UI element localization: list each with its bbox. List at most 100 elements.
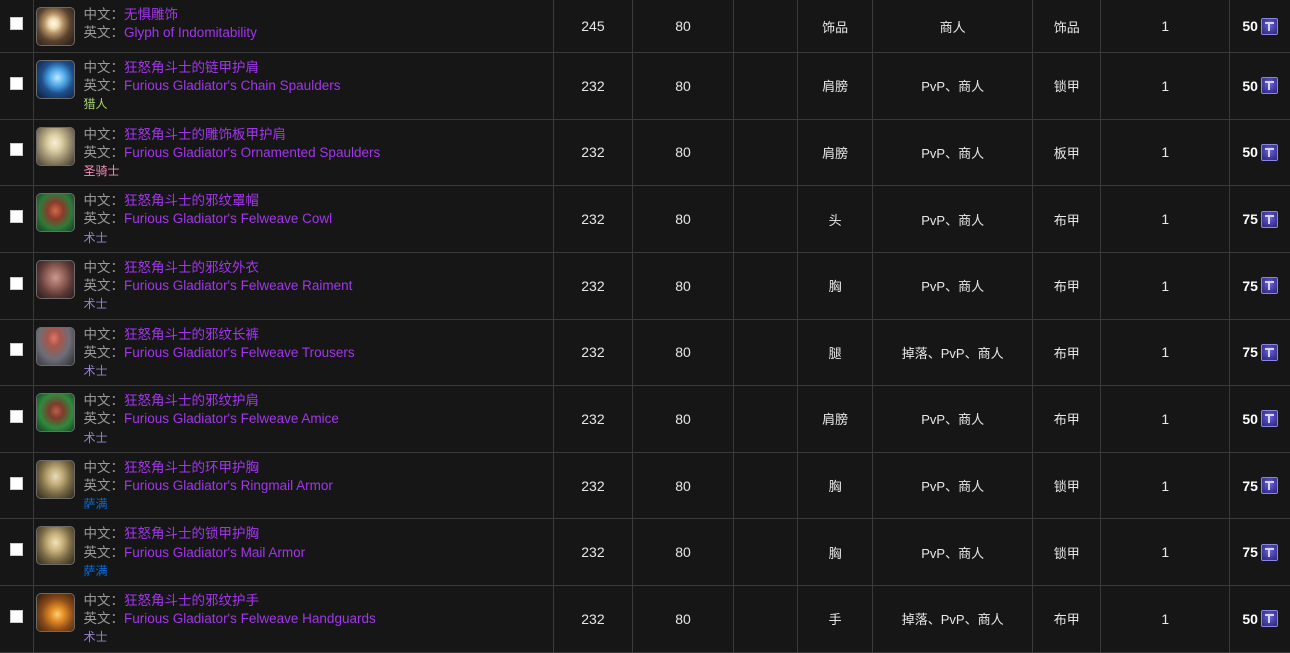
item-name-en[interactable]: Furious Gladiator's Ringmail Armor	[124, 478, 333, 493]
emblem-of-triumph-icon[interactable]	[1260, 143, 1278, 161]
item-level-cell: 232	[553, 185, 633, 253]
row-select-cell[interactable]	[0, 252, 34, 320]
row-checkbox[interactable]	[9, 609, 23, 623]
item-name-zh[interactable]: 狂怒角斗士的邪纹长裤	[124, 327, 259, 342]
zh-label: 中文：	[83, 459, 125, 475]
row-select-cell[interactable]	[0, 119, 34, 187]
furious-gladiators-felweave-handguards-icon[interactable]	[35, 593, 75, 632]
row-checkbox[interactable]	[9, 476, 23, 490]
table-row[interactable]: 中文：狂怒角斗士的邪纹长裤 英文：Furious Gladiator's Felw…	[0, 319, 1290, 387]
cost-amount: 50	[1242, 410, 1258, 427]
item-name-en[interactable]: Glyph of Indomitability	[124, 25, 257, 40]
row-select-cell[interactable]	[0, 0, 34, 53]
row-select-cell[interactable]	[0, 518, 34, 586]
row-checkbox[interactable]	[9, 276, 23, 290]
empty-cell	[733, 385, 799, 453]
item-name-en[interactable]: Furious Gladiator's Felweave Handguards	[124, 611, 376, 626]
item-cost-cell: 50	[1229, 0, 1290, 53]
table-row[interactable]: 中文：无惧雕饰 英文：Glyph of Indomitability 245 80 饰品…	[0, 0, 1290, 53]
table-row[interactable]: 中文：狂怒角斗士的邪纹外衣 英文：Furious Gladiator's Felw…	[0, 252, 1290, 320]
item-level-cell: 232	[553, 119, 633, 187]
emblem-of-triumph-icon[interactable]	[1260, 610, 1278, 628]
item-name-en[interactable]: Furious Gladiator's Felweave Amice	[124, 411, 339, 426]
item-class-restriction: 萨满	[83, 563, 108, 578]
item-name-en[interactable]: Furious Gladiator's Ornamented Spaulders	[124, 145, 380, 160]
item-cost-cell: 50	[1229, 385, 1290, 453]
furious-gladiators-felweave-cowl-icon[interactable]	[35, 193, 75, 233]
emblem-of-triumph-icon[interactable]	[1260, 543, 1278, 561]
item-cell: 中文：狂怒角斗士的邪纹罩帽 英文：Furious Gladiator's Felw…	[33, 185, 554, 253]
item-name-zh[interactable]: 狂怒角斗士的邪纹罩帽	[124, 193, 259, 208]
glyph-of-indomitability-icon[interactable]	[35, 7, 75, 46]
row-checkbox[interactable]	[9, 143, 23, 157]
required-level-cell: 80	[632, 319, 735, 387]
item-cell: 中文：狂怒角斗士的邪纹长裤 英文：Furious Gladiator's Felw…	[33, 319, 554, 387]
item-source-cell: PvP、商人	[872, 119, 1034, 187]
item-count-cell: 1	[1100, 518, 1231, 586]
emblem-of-triumph-icon[interactable]	[1260, 17, 1278, 35]
table-row[interactable]: 中文：狂怒角斗士的链甲护肩 英文：Furious Gladiator's Chai…	[0, 52, 1290, 120]
emblem-of-triumph-icon[interactable]	[1260, 77, 1278, 95]
cost-amount: 75	[1242, 544, 1258, 561]
item-class-restriction: 术士	[83, 230, 108, 245]
item-name-zh[interactable]: 狂怒角斗士的邪纹外衣	[124, 260, 259, 275]
furious-gladiators-mail-armor-icon[interactable]	[35, 526, 75, 566]
item-level-cell: 245	[553, 0, 633, 53]
armor-type-cell: 布甲	[1032, 585, 1102, 653]
item-name-zh[interactable]: 狂怒角斗士的邪纹护手	[124, 593, 259, 608]
row-select-cell[interactable]	[0, 585, 34, 653]
row-select-cell[interactable]	[0, 319, 34, 387]
row-checkbox[interactable]	[9, 343, 23, 357]
row-select-cell[interactable]	[0, 452, 34, 520]
item-name-en[interactable]: Furious Gladiator's Felweave Raiment	[124, 278, 352, 293]
item-name-zh[interactable]: 无惧雕饰	[124, 7, 178, 22]
emblem-of-triumph-icon[interactable]	[1260, 210, 1278, 228]
emblem-of-triumph-icon[interactable]	[1260, 277, 1278, 295]
row-checkbox[interactable]	[9, 409, 23, 423]
item-name-en[interactable]: Furious Gladiator's Felweave Cowl	[124, 211, 332, 226]
table-row[interactable]: 中文：狂怒角斗士的锁甲护胸 英文：Furious Gladiator's Mail…	[0, 518, 1290, 586]
furious-gladiators-ringmail-armor-icon[interactable]	[35, 459, 75, 499]
item-name-zh[interactable]: 狂怒角斗士的链甲护肩	[124, 60, 259, 75]
item-name-en[interactable]: Furious Gladiator's Mail Armor	[124, 545, 305, 560]
row-select-cell[interactable]	[0, 385, 34, 453]
table-row[interactable]: 中文：狂怒角斗士的雕饰板甲护肩 英文：Furious Gladiator's Or…	[0, 119, 1290, 187]
row-checkbox[interactable]	[9, 543, 23, 557]
emblem-of-triumph-icon[interactable]	[1260, 343, 1278, 361]
item-class-restriction: 猎人	[83, 97, 108, 112]
item-name-en[interactable]: Furious Gladiator's Chain Spaulders	[124, 78, 340, 93]
table-row[interactable]: 中文：狂怒角斗士的邪纹罩帽 英文：Furious Gladiator's Felw…	[0, 185, 1290, 253]
item-cell: 中文：狂怒角斗士的环甲护胸 英文：Furious Gladiator's Ring…	[33, 452, 554, 520]
item-name-zh[interactable]: 狂怒角斗士的锁甲护胸	[124, 526, 259, 541]
empty-cell	[733, 518, 799, 586]
item-slot-cell: 头	[797, 185, 874, 253]
zh-label: 中文：	[83, 259, 125, 275]
item-level-cell: 232	[553, 52, 633, 120]
item-source-cell: PvP、商人	[872, 185, 1034, 253]
furious-gladiators-felweave-amice-icon[interactable]	[35, 393, 75, 433]
row-checkbox[interactable]	[9, 210, 23, 224]
item-name-zh[interactable]: 狂怒角斗士的环甲护胸	[124, 460, 259, 475]
emblem-of-triumph-icon[interactable]	[1260, 477, 1278, 495]
table-row[interactable]: 中文：狂怒角斗士的邪纹护肩 英文：Furious Gladiator's Felw…	[0, 385, 1290, 453]
item-source-cell: PvP、商人	[872, 518, 1034, 586]
required-level-cell: 80	[632, 0, 735, 53]
item-name-zh[interactable]: 狂怒角斗士的雕饰板甲护肩	[124, 127, 286, 142]
item-name-en[interactable]: Furious Gladiator's Felweave Trousers	[124, 345, 355, 360]
item-name-zh[interactable]: 狂怒角斗士的邪纹护肩	[124, 393, 259, 408]
row-select-cell[interactable]	[0, 185, 34, 253]
furious-gladiators-chain-spaulders-icon[interactable]	[35, 60, 75, 99]
row-checkbox[interactable]	[9, 17, 23, 30]
furious-gladiators-felweave-raiment-icon[interactable]	[35, 259, 75, 299]
item-source-cell: PvP、商人	[872, 452, 1034, 520]
table-row[interactable]: 中文：狂怒角斗士的环甲护胸 英文：Furious Gladiator's Ring…	[0, 452, 1290, 520]
item-cost-cell: 50	[1229, 52, 1290, 120]
furious-gladiators-ornamented-spaulders-icon[interactable]	[35, 126, 75, 166]
item-level-cell: 232	[553, 518, 633, 586]
emblem-of-triumph-icon[interactable]	[1260, 410, 1278, 428]
row-checkbox[interactable]	[9, 76, 23, 90]
item-level-cell: 232	[553, 252, 633, 320]
row-select-cell[interactable]	[0, 52, 34, 120]
furious-gladiators-felweave-trousers-icon[interactable]	[35, 326, 75, 366]
table-row[interactable]: 中文：狂怒角斗士的邪纹护手 英文：Furious Gladiator's Felw…	[0, 585, 1290, 653]
